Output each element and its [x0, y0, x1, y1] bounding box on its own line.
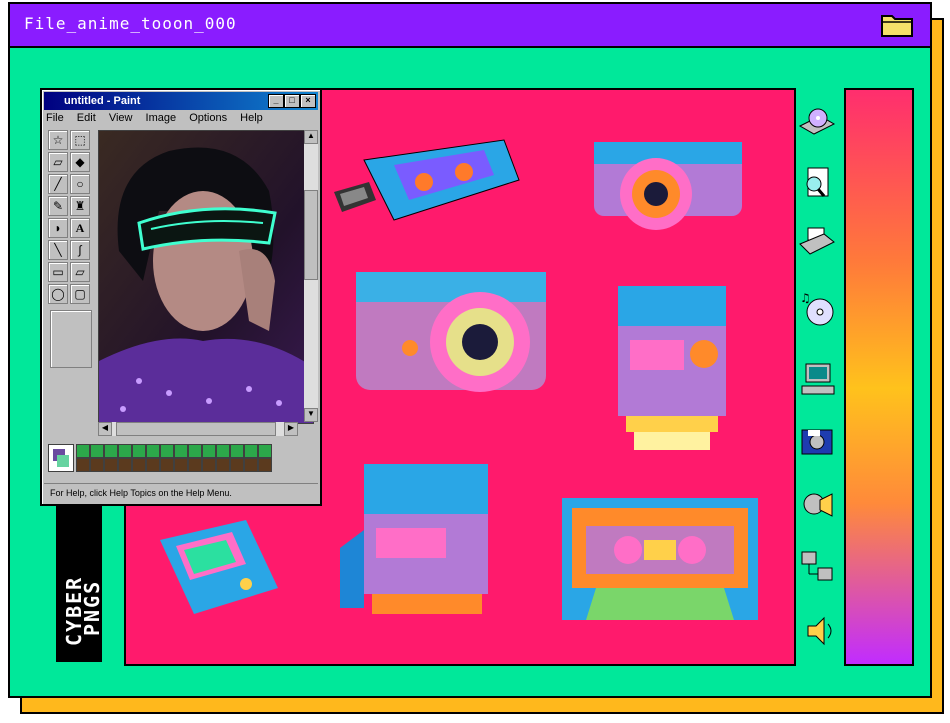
scroll-down-arrow[interactable]: ▼ — [304, 408, 318, 422]
rectangle-tool[interactable]: ▭ — [48, 262, 68, 282]
scroll-up-arrow[interactable]: ▲ — [304, 130, 318, 144]
palette-swatch[interactable] — [258, 458, 272, 472]
eraser-tool[interactable]: ▱ — [48, 152, 68, 172]
magnifier-tool[interactable]: ○ — [70, 174, 90, 194]
menu-file[interactable]: File — [46, 112, 64, 124]
brush-tool[interactable]: ♜ — [70, 196, 90, 216]
curve-tool[interactable]: ∫ — [70, 240, 90, 260]
scroll-thumb[interactable] — [304, 190, 318, 280]
palette-swatch[interactable] — [188, 444, 202, 458]
minimize-button[interactable]: _ — [268, 94, 284, 108]
fill-tool[interactable]: ◆ — [70, 152, 90, 172]
menu-image[interactable]: Image — [146, 112, 177, 124]
palette-swatch[interactable] — [146, 458, 160, 472]
vertical-scrollbar[interactable]: ▲ ▼ — [304, 130, 318, 422]
select-star-tool[interactable]: ☆ — [48, 130, 68, 150]
status-bar: For Help, click Help Topics on the Help … — [44, 483, 318, 502]
document-search-icon[interactable] — [798, 164, 836, 202]
paint-toolbox: ☆ ⬚ ▱ ◆ ╱ ○ ✎ ♜ ◗ A ╲ ∫ ▭ ▱ ◯ ▢ — [48, 130, 94, 368]
menu-help[interactable]: Help — [240, 112, 263, 124]
camera-large[interactable] — [350, 258, 560, 408]
paint-titlebar[interactable]: untitled - Paint _ □ × — [44, 92, 318, 110]
pngs-text: PNGS — [80, 579, 104, 636]
usb-cassette[interactable] — [334, 120, 524, 230]
paint-title: untitled - Paint — [64, 95, 141, 107]
scroll-left-arrow[interactable]: ◀ — [98, 422, 112, 436]
line-tool[interactable]: ╲ — [48, 240, 68, 260]
printer-icon[interactable] — [798, 224, 836, 262]
color-palette — [48, 442, 314, 476]
main-window: File_anime_tooon_000 CYBER PNGS ♫ untitl… — [8, 2, 932, 698]
palette-swatch[interactable] — [76, 458, 90, 472]
polaroid-2[interactable] — [336, 458, 496, 620]
status-text: For Help, click Help Topics on the Help … — [50, 488, 232, 498]
menu-options[interactable]: Options — [189, 112, 227, 124]
select-rect-tool[interactable]: ⬚ — [70, 130, 90, 150]
pencil-tool[interactable]: ✎ — [48, 196, 68, 216]
sound-search-icon[interactable] — [798, 486, 836, 524]
palette-swatch[interactable] — [174, 458, 188, 472]
camera-floppy-icon[interactable] — [798, 422, 836, 460]
camera-small[interactable] — [586, 128, 746, 238]
palette-swatch[interactable] — [258, 444, 272, 458]
current-colors[interactable] — [48, 444, 74, 472]
palette-swatch[interactable] — [188, 458, 202, 472]
speaker-icon[interactable] — [798, 612, 836, 650]
palette-swatch[interactable] — [244, 444, 258, 458]
palette-swatch[interactable] — [216, 444, 230, 458]
music-cd-icon[interactable]: ♫ — [798, 290, 836, 328]
palette-swatch[interactable] — [160, 444, 174, 458]
gameboy[interactable] — [154, 518, 282, 618]
tool-options-box[interactable] — [50, 310, 92, 368]
airbrush-tool[interactable]: ◗ — [48, 218, 68, 238]
palette-swatch[interactable] — [118, 458, 132, 472]
scroll-right-arrow[interactable]: ▶ — [284, 422, 298, 436]
palette-swatch[interactable] — [216, 458, 230, 472]
palette-swatch[interactable] — [146, 444, 160, 458]
portrait-image — [99, 131, 313, 423]
titlebar[interactable]: File_anime_tooon_000 — [10, 4, 930, 48]
picker-tool[interactable]: ╱ — [48, 174, 68, 194]
paint-menu-bar: File Edit View Image Options Help — [46, 112, 273, 126]
polaroid-1[interactable] — [612, 282, 732, 452]
svg-text:♫: ♫ — [800, 291, 811, 305]
computer-icon[interactable] — [798, 360, 836, 398]
palette-swatch[interactable] — [202, 444, 216, 458]
palette-swatch[interactable] — [230, 444, 244, 458]
palette-swatch[interactable] — [104, 458, 118, 472]
palette-swatch[interactable] — [132, 444, 146, 458]
palette-swatch[interactable] — [202, 458, 216, 472]
palette-swatch[interactable] — [104, 444, 118, 458]
cyber-pngs-label: CYBER PNGS — [56, 504, 104, 662]
hscroll-thumb[interactable] — [116, 422, 276, 436]
palette-swatch[interactable] — [90, 458, 104, 472]
palette-swatch[interactable] — [160, 458, 174, 472]
network-icon[interactable] — [798, 548, 836, 586]
gradient-panel — [844, 88, 914, 666]
palette-swatch[interactable] — [132, 458, 146, 472]
rounded-rect-tool[interactable]: ▢ — [70, 284, 90, 304]
palette-swatch[interactable] — [174, 444, 188, 458]
text-tool[interactable]: A — [70, 218, 90, 238]
window-title: File_anime_tooon_000 — [24, 14, 237, 33]
menu-edit[interactable]: Edit — [77, 112, 96, 124]
close-button[interactable]: × — [300, 94, 316, 108]
ellipse-tool[interactable]: ◯ — [48, 284, 68, 304]
maximize-button[interactable]: □ — [284, 94, 300, 108]
paint-window[interactable]: untitled - Paint _ □ × File Edit View Im… — [40, 88, 322, 506]
horizontal-scrollbar[interactable]: ◀ ▶ — [98, 422, 298, 436]
paint-canvas[interactable] — [98, 130, 314, 424]
palette-swatch[interactable] — [76, 444, 90, 458]
palette-swatch[interactable] — [244, 458, 258, 472]
menu-view[interactable]: View — [109, 112, 133, 124]
folder-icon[interactable] — [880, 10, 914, 38]
palette-swatch[interactable] — [118, 444, 132, 458]
palette-swatch[interactable] — [230, 458, 244, 472]
cd-drive-icon[interactable] — [798, 104, 836, 142]
palette-swatch[interactable] — [90, 444, 104, 458]
polygon-tool[interactable]: ▱ — [70, 262, 90, 282]
cassette-tape[interactable] — [560, 496, 760, 622]
